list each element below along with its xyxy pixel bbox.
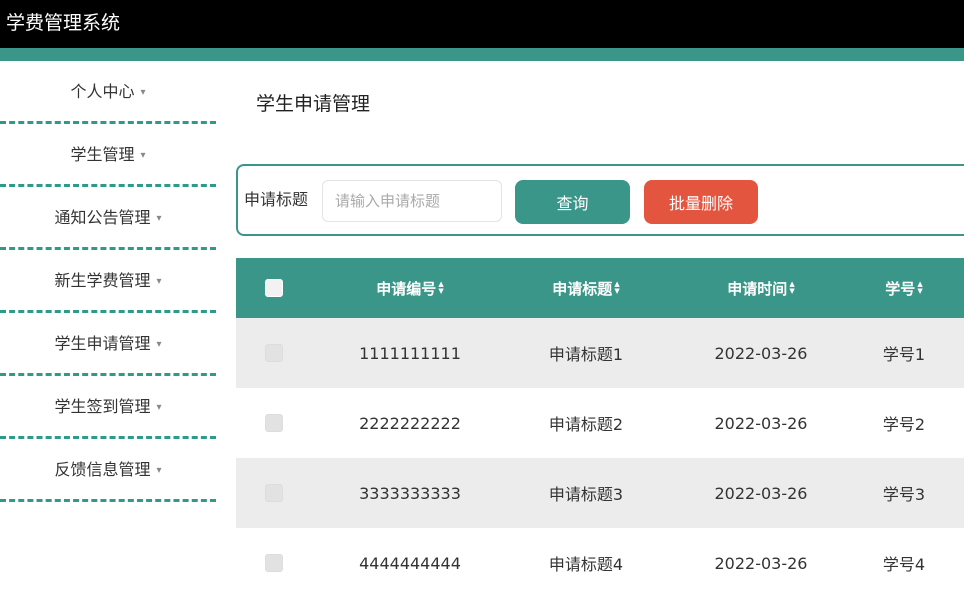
sort-icon: ▲ ▼ xyxy=(438,280,444,295)
query-button[interactable]: 查询 xyxy=(515,180,630,224)
cell-id: 3333333333 xyxy=(359,483,461,503)
table-row[interactable]: 1111111111 申请标题1 2022-03-26 学号1 xyxy=(236,318,964,388)
table-row[interactable]: 4444444444 申请标题4 2022-03-26 学号4 xyxy=(236,528,964,598)
sort-icon: ▲ ▼ xyxy=(789,280,795,295)
row-checkbox[interactable] xyxy=(265,414,283,432)
sidebar-item-student-management[interactable]: 学生管理 ▾ xyxy=(0,124,216,187)
batch-delete-button[interactable]: 批量删除 xyxy=(644,180,758,224)
column-header-student-no[interactable]: 学号 ▲ ▼ xyxy=(854,258,954,318)
sort-icon: ▲ ▼ xyxy=(917,280,923,295)
caret-down-icon: ▾ xyxy=(156,464,162,476)
table-row[interactable]: 3333333333 申请标题3 2022-03-26 学号3 xyxy=(236,458,964,528)
cell-title: 申请标题4 xyxy=(548,555,624,574)
page-title: 学生申请管理 xyxy=(256,93,371,115)
row-checkbox[interactable] xyxy=(265,344,283,362)
sidebar-item-label: 新生学费管理 xyxy=(54,271,151,290)
sidebar-item-freshman-tuition-management[interactable]: 新生学费管理 ▾ xyxy=(0,250,216,313)
cell-time: 2022-03-26 xyxy=(714,483,808,503)
sidebar-item-label: 学生申请管理 xyxy=(54,334,151,353)
cell-id: 1111111111 xyxy=(359,343,461,363)
column-header-title[interactable]: 申请标题 ▲ ▼ xyxy=(516,258,656,318)
cell-student-no: 学号2 xyxy=(882,415,926,434)
caret-down-icon: ▾ xyxy=(156,275,162,287)
search-input[interactable] xyxy=(322,180,502,222)
cell-student-no: 学号4 xyxy=(882,555,926,574)
app-title: 学费管理系统 xyxy=(6,12,121,34)
sidebar-item-notice-management[interactable]: 通知公告管理 ▾ xyxy=(0,187,216,250)
sidebar-item-label: 反馈信息管理 xyxy=(54,460,151,479)
sort-icon: ▲ ▼ xyxy=(614,280,620,295)
sidebar-item-student-application-management[interactable]: 学生申请管理 ▾ xyxy=(0,313,216,376)
sidebar-item-personal-center[interactable]: 个人中心 ▾ xyxy=(0,61,216,124)
table-row[interactable]: 2222222222 申请标题2 2022-03-26 学号2 xyxy=(236,388,964,458)
select-all-checkbox[interactable] xyxy=(265,279,283,297)
column-header-time[interactable]: 申请时间 ▲ ▼ xyxy=(691,258,831,318)
top-bar: 学费管理系统 xyxy=(0,0,964,48)
cell-time: 2022-03-26 xyxy=(714,343,808,363)
cell-title: 申请标题3 xyxy=(548,485,624,504)
column-header-label: 学号 xyxy=(885,279,916,298)
row-checkbox[interactable] xyxy=(265,554,283,572)
sidebar: 个人中心 ▾ 学生管理 ▾ 通知公告管理 ▾ 新生学费管理 ▾ 学生申请管理 ▾ 学生签到… xyxy=(0,61,220,502)
cell-time: 2022-03-26 xyxy=(714,553,808,573)
cell-id: 2222222222 xyxy=(359,413,461,433)
column-header-label: 申请时间 xyxy=(727,279,788,298)
column-header-label: 申请标题 xyxy=(552,279,613,298)
sidebar-item-label: 学生管理 xyxy=(70,145,135,164)
caret-down-icon: ▾ xyxy=(156,401,162,413)
applications-table: 申请编号 ▲ ▼ 申请标题 ▲ ▼ 申请时间 ▲ ▼ 学号 ▲ ▼ 1111111111… xyxy=(236,258,964,598)
sidebar-item-label: 通知公告管理 xyxy=(54,208,151,227)
search-label: 申请标题 xyxy=(244,190,309,209)
row-checkbox[interactable] xyxy=(265,484,283,502)
cell-id: 4444444444 xyxy=(359,553,461,573)
caret-down-icon: ▾ xyxy=(156,212,162,224)
search-panel: 申请标题 查询 批量删除 xyxy=(236,164,964,236)
cell-student-no: 学号3 xyxy=(882,485,926,504)
column-header-id[interactable]: 申请编号 ▲ ▼ xyxy=(340,258,480,318)
caret-down-icon: ▾ xyxy=(156,338,162,350)
accent-strip xyxy=(0,48,964,61)
caret-down-icon: ▾ xyxy=(140,86,146,98)
sidebar-item-feedback-management[interactable]: 反馈信息管理 ▾ xyxy=(0,439,216,502)
sidebar-item-label: 个人中心 xyxy=(70,82,135,101)
sidebar-item-student-checkin-management[interactable]: 学生签到管理 ▾ xyxy=(0,376,216,439)
cell-student-no: 学号1 xyxy=(882,345,926,364)
sidebar-item-label: 学生签到管理 xyxy=(54,397,151,416)
table-header: 申请编号 ▲ ▼ 申请标题 ▲ ▼ 申请时间 ▲ ▼ 学号 ▲ ▼ xyxy=(236,258,964,318)
cell-time: 2022-03-26 xyxy=(714,413,808,433)
cell-title: 申请标题2 xyxy=(548,415,624,434)
cell-title: 申请标题1 xyxy=(548,345,624,364)
column-header-label: 申请编号 xyxy=(376,279,437,298)
caret-down-icon: ▾ xyxy=(140,149,146,161)
